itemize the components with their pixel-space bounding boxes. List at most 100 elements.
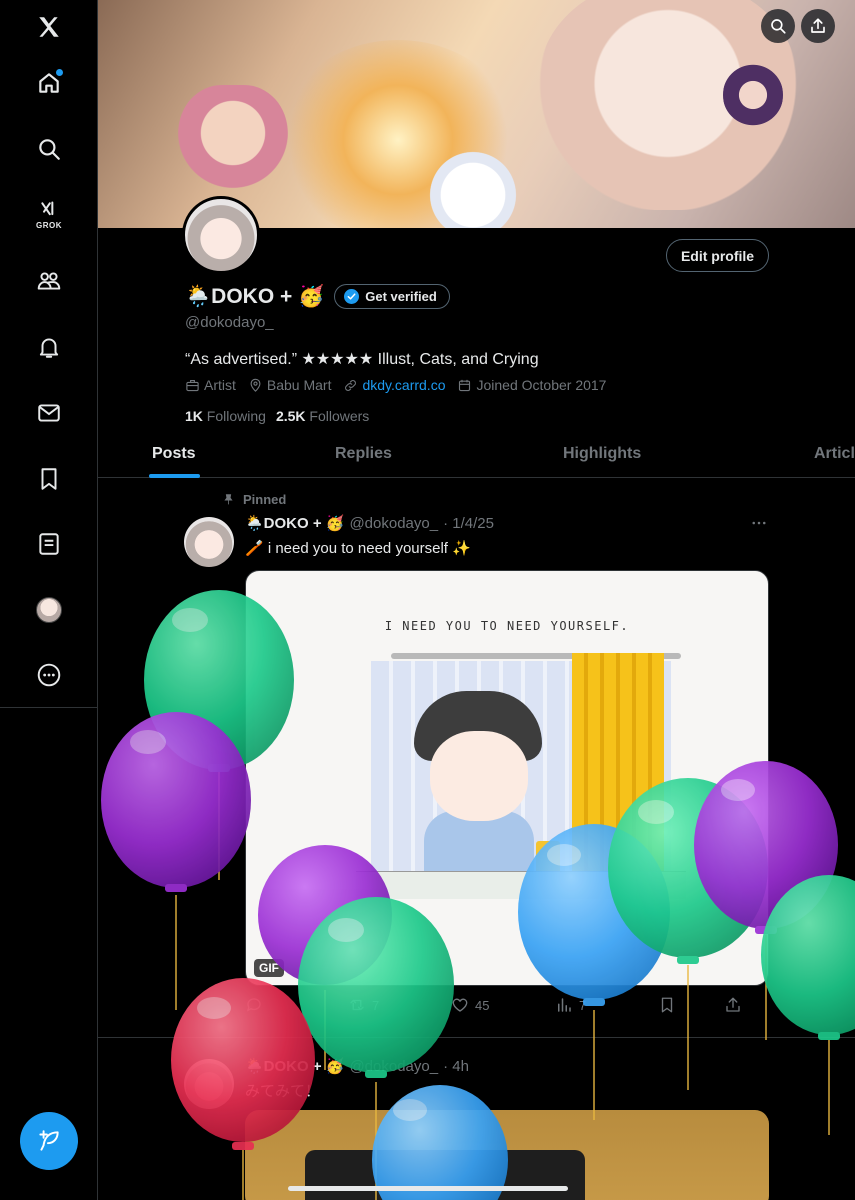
views-count: 7 — [579, 997, 587, 1013]
grok-label: GROK — [36, 221, 62, 230]
name-row: 🌦️DOKO + 🥳 Get verified — [185, 284, 450, 309]
following-label: Following — [206, 408, 266, 424]
meta-website[interactable]: dkdy.carrd.co — [343, 377, 445, 393]
profile-avatar-icon[interactable] — [27, 588, 71, 632]
banner-character — [178, 85, 288, 205]
post-separator — [98, 1037, 855, 1038]
post-actions: 7 45 7 — [245, 996, 769, 1016]
post-more-button[interactable] — [750, 514, 768, 537]
media-caption-text: I NEED YOU TO NEED YOURSELF. — [384, 619, 630, 633]
reply-button[interactable] — [245, 996, 263, 1014]
home-indicator — [288, 1186, 568, 1191]
calendar-icon — [459, 379, 471, 391]
home-icon[interactable] — [27, 61, 71, 105]
like-button[interactable]: 45 — [451, 996, 489, 1014]
post-author-handle[interactable]: @dokodayo_ — [349, 1058, 438, 1075]
profile-bio: “As advertised.” ★★★★★ Illust, Cats, and… — [185, 351, 539, 368]
post-avatar[interactable] — [184, 1059, 234, 1109]
tab-highlights[interactable]: Highlights — [563, 430, 641, 478]
tab-replies[interactable]: Replies — [335, 430, 392, 478]
verified-badge-icon — [344, 289, 360, 304]
get-verified-label: Get verified — [365, 289, 437, 304]
followers-label: Followers — [309, 408, 370, 424]
following-link[interactable]: 1K Following — [185, 408, 266, 424]
profile-avatar[interactable] — [182, 196, 260, 274]
grok-icon[interactable]: GROK — [27, 193, 71, 237]
sidebar-divider — [0, 707, 98, 708]
post-header: 🌦️DOKO + 🥳 @dokodayo_ · 4h — [245, 1057, 469, 1076]
more-horizontal-icon — [752, 521, 766, 525]
joined-text: Joined October 2017 — [476, 377, 607, 393]
website-link[interactable]: dkdy.carrd.co — [362, 377, 445, 393]
communities-icon[interactable] — [27, 259, 71, 303]
search-icon[interactable] — [27, 127, 71, 171]
meta-profession: Artist — [185, 377, 236, 393]
compose-feather-icon — [39, 1130, 59, 1151]
profile-banner[interactable] — [98, 0, 855, 228]
like-count: 45 — [475, 997, 490, 1013]
pinned-text: Pinned — [243, 492, 287, 507]
post-author-name[interactable]: 🌦️DOKO + 🥳 — [245, 514, 344, 532]
bookmarks-icon[interactable] — [27, 457, 71, 501]
display-name: 🌦️DOKO + 🥳 — [185, 284, 325, 308]
post-header: 🌦️DOKO + 🥳 @dokodayo_ · 1/4/25 — [245, 514, 494, 533]
illustration-character-face — [430, 731, 528, 821]
lists-icon[interactable] — [27, 522, 71, 566]
followers-count: 2.5K — [275, 408, 306, 424]
pinned-label: Pinned — [222, 492, 286, 507]
bookmark-icon — [661, 997, 673, 1013]
banner-share-button[interactable] — [801, 9, 835, 43]
repost-count: 7 — [372, 997, 380, 1013]
messages-icon[interactable] — [27, 391, 71, 435]
tab-articles[interactable]: Articles — [814, 430, 855, 478]
search-icon — [771, 19, 786, 34]
followers-link[interactable]: 2.5K Followers — [276, 408, 369, 424]
pin-icon — [224, 494, 233, 505]
heart-icon — [452, 998, 468, 1012]
repost-button[interactable]: 7 — [348, 996, 379, 1014]
views-chart-icon — [558, 998, 571, 1012]
tab-posts[interactable]: Posts — [152, 430, 196, 478]
x-logo-icon[interactable] — [27, 5, 71, 49]
post-timestamp[interactable]: · 4h — [443, 1058, 469, 1075]
views-button[interactable]: 7 — [555, 996, 586, 1014]
post-text: 🪥 i need you to need yourself ✨ — [245, 540, 471, 557]
post-author-handle[interactable]: @dokodayo_ — [349, 515, 438, 532]
following-count: 1K — [185, 408, 203, 424]
post-timestamp[interactable]: · 1/4/25 — [443, 515, 494, 532]
compose-button[interactable] — [20, 1112, 78, 1170]
notifications-icon[interactable] — [27, 325, 71, 369]
sidebar-avatar — [36, 597, 62, 623]
bookmark-button[interactable] — [658, 996, 676, 1014]
home-notification-dot — [56, 69, 63, 76]
profile-meta: Artist Babu Mart dkdy.carrd.co Joined Oc… — [185, 377, 606, 393]
repost-icon — [350, 999, 364, 1011]
profile-main: Edit profile 🌦️DOKO + 🥳 Get verified @do… — [98, 0, 855, 1200]
location-text: Babu Mart — [266, 377, 332, 393]
post-avatar[interactable] — [184, 517, 234, 567]
active-tab-indicator — [149, 474, 200, 478]
meta-joined: Joined October 2017 — [457, 377, 606, 393]
share-icon — [726, 997, 740, 1012]
profession-text: Artist — [204, 377, 236, 393]
banner-search-button[interactable] — [761, 9, 795, 43]
post-media-gif[interactable]: I NEED YOU TO NEED YOURSELF. GIF — [245, 570, 769, 986]
reply-icon — [246, 998, 261, 1012]
profile-tabs: Posts Replies Highlights Articles — [98, 430, 855, 478]
post-author-name[interactable]: 🌦️DOKO + 🥳 — [245, 1057, 344, 1075]
get-verified-button[interactable]: Get verified — [334, 284, 450, 309]
illustration-cup — [536, 841, 560, 875]
sidebar: GROK — [0, 0, 98, 1200]
post-text: みてみて！ — [245, 1083, 321, 1100]
profile-handle: @dokodayo_ — [185, 314, 274, 331]
location-pin-icon — [250, 378, 261, 392]
edit-profile-button[interactable]: Edit profile — [666, 239, 769, 272]
follow-stats: 1K Following 2.5K Followers — [185, 408, 369, 424]
banner-character — [723, 60, 783, 130]
share-button[interactable] — [724, 996, 742, 1014]
briefcase-icon — [186, 379, 199, 391]
more-icon[interactable] — [27, 653, 71, 697]
meta-location: Babu Mart — [248, 377, 332, 393]
illustration-curtain — [572, 653, 664, 893]
gif-badge: GIF — [254, 959, 284, 977]
